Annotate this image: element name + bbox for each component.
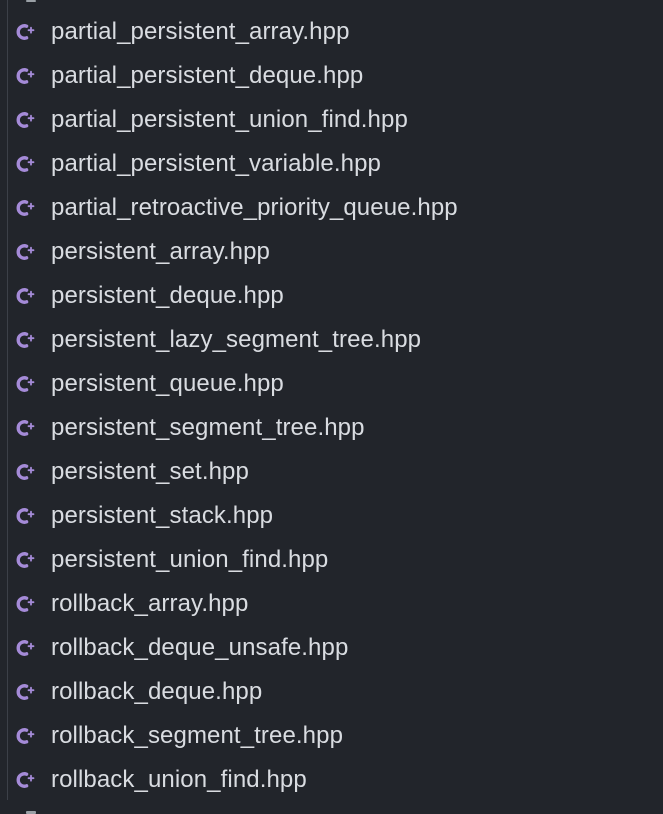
file-name: persistent_segment_tree.hpp — [51, 414, 365, 441]
file-name: partial_retroactive_priority_queue.hpp — [51, 194, 458, 221]
file-row[interactable]: rollback_deque_unsafe.hpp — [0, 626, 663, 670]
cpp-header-icon — [16, 550, 40, 570]
file-row[interactable]: rollback_array.hpp — [0, 582, 663, 626]
file-name: rollback_union_find.hpp — [51, 766, 307, 793]
cpp-header-icon — [16, 66, 40, 86]
file-list: partial_persistent_array.hpp partial_per… — [0, 10, 663, 802]
file-name: persistent_set.hpp — [51, 458, 249, 485]
file-name: rollback_array.hpp — [51, 590, 249, 617]
file-row[interactable]: rollback_deque.hpp — [0, 670, 663, 714]
file-row[interactable]: partial_persistent_deque.hpp — [0, 54, 663, 98]
file-name: persistent_queue.hpp — [51, 370, 284, 397]
file-name: partial_persistent_array.hpp — [51, 18, 350, 45]
file-row[interactable]: rollback_union_find.hpp — [0, 758, 663, 802]
file-row[interactable]: persistent_lazy_segment_tree.hpp — [0, 318, 663, 362]
file-name: partial_persistent_variable.hpp — [51, 150, 381, 177]
cpp-header-icon — [16, 22, 40, 42]
cpp-header-icon — [16, 770, 40, 790]
file-row[interactable]: persistent_set.hpp — [0, 450, 663, 494]
previous-item-fragment — [26, 0, 36, 2]
cpp-header-icon — [16, 242, 40, 262]
file-row[interactable]: partial_persistent_variable.hpp — [0, 142, 663, 186]
file-explorer: partial_persistent_array.hpp partial_per… — [0, 0, 663, 814]
file-name: persistent_array.hpp — [51, 238, 271, 265]
file-name: persistent_lazy_segment_tree.hpp — [51, 326, 422, 353]
cpp-header-icon — [16, 462, 40, 482]
file-name: rollback_deque_unsafe.hpp — [51, 634, 349, 661]
file-row[interactable]: partial_retroactive_priority_queue.hpp — [0, 186, 663, 230]
cpp-header-icon — [16, 726, 40, 746]
cpp-header-icon — [16, 506, 40, 526]
cpp-header-icon — [16, 682, 40, 702]
file-row[interactable]: rollback_segment_tree.hpp — [0, 714, 663, 758]
cpp-header-icon — [16, 286, 40, 306]
file-name: persistent_stack.hpp — [51, 502, 274, 529]
file-row[interactable]: persistent_stack.hpp — [0, 494, 663, 538]
cpp-header-icon — [16, 198, 40, 218]
cpp-header-icon — [16, 330, 40, 350]
file-row[interactable]: persistent_array.hpp — [0, 230, 663, 274]
cpp-header-icon — [16, 418, 40, 438]
file-row[interactable]: persistent_union_find.hpp — [0, 538, 663, 582]
cpp-header-icon — [16, 374, 40, 394]
file-name: rollback_segment_tree.hpp — [51, 722, 344, 749]
file-row[interactable]: persistent_deque.hpp — [0, 274, 663, 318]
file-row[interactable]: partial_persistent_array.hpp — [0, 10, 663, 54]
cpp-header-icon — [16, 594, 40, 614]
cpp-header-icon — [16, 638, 40, 658]
cpp-header-icon — [16, 154, 40, 174]
file-row[interactable]: persistent_segment_tree.hpp — [0, 406, 663, 450]
cpp-header-icon — [16, 110, 40, 130]
file-name: rollback_deque.hpp — [51, 678, 263, 705]
file-name: persistent_deque.hpp — [51, 282, 284, 309]
file-name: partial_persistent_union_find.hpp — [51, 106, 408, 133]
file-name: persistent_union_find.hpp — [51, 546, 329, 573]
file-row[interactable]: partial_persistent_union_find.hpp — [0, 98, 663, 142]
file-row[interactable]: persistent_queue.hpp — [0, 362, 663, 406]
file-name: partial_persistent_deque.hpp — [51, 62, 364, 89]
